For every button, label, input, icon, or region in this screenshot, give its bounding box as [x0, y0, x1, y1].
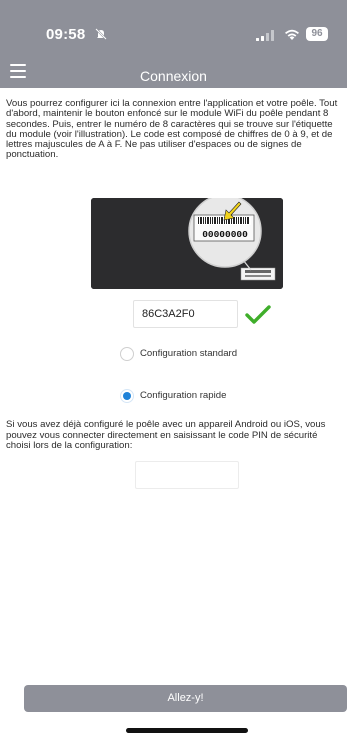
signal-icon [256, 30, 274, 41]
bell-slash-icon [95, 28, 107, 40]
radio-button-checked[interactable] [120, 389, 134, 403]
module-label-illustration: 00000000 [91, 198, 283, 289]
intro-instructions: Vous pourrez configurer ici la connexion… [6, 98, 338, 161]
page-title: Connexion [140, 68, 207, 84]
pin-instructions: Si vous avez déjà configuré le poêle ave… [6, 419, 326, 452]
status-bar: 09:58 96 [0, 0, 347, 56]
radio-button-unchecked[interactable] [120, 347, 134, 361]
radio-label-standard: Configuration standard [140, 348, 238, 359]
checkmark-icon [245, 305, 271, 324]
wifi-icon [285, 29, 299, 40]
label-code-text: 00000000 [202, 229, 248, 240]
battery-icon: 96 [306, 27, 328, 41]
module-code-input[interactable] [133, 300, 238, 328]
home-indicator[interactable] [126, 728, 248, 733]
connection-screen: 09:58 96 Connexion Vous pourrez configur… [0, 0, 347, 740]
nav-bar: Connexion [0, 56, 347, 88]
wifi-module-graphic [91, 198, 283, 289]
status-time: 09:58 [46, 26, 86, 43]
submit-button[interactable]: Allez-y! [24, 685, 347, 712]
radio-label-rapide: Configuration rapide [140, 390, 227, 401]
app-header: 09:58 96 Connexion [0, 0, 347, 88]
pin-input[interactable] [135, 461, 239, 489]
